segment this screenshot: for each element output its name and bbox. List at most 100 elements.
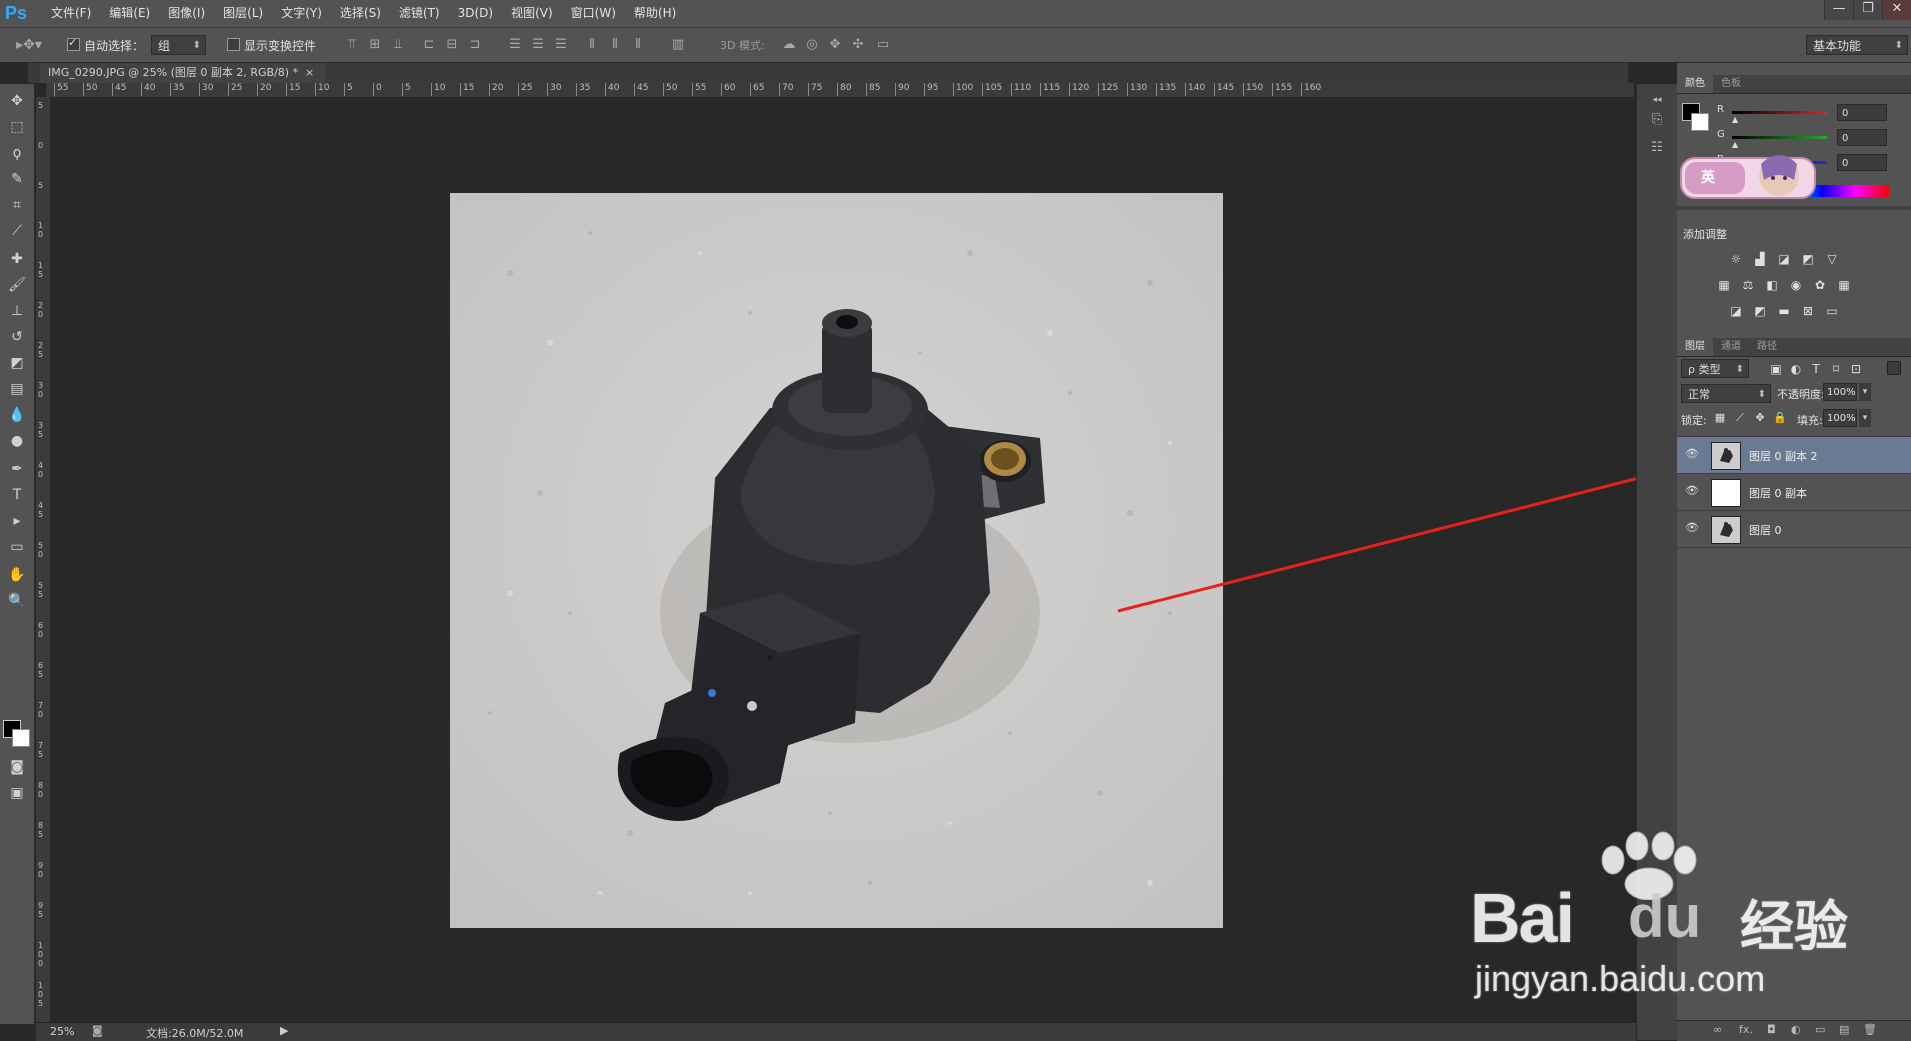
color-bg-swatch[interactable] bbox=[1691, 113, 1709, 131]
scale-3d-icon[interactable]: ▭ bbox=[874, 36, 892, 54]
color-b-value[interactable]: 0 bbox=[1837, 154, 1887, 171]
visibility-eye-icon[interactable]: 👁 bbox=[1685, 521, 1699, 535]
tab-channels[interactable]: 通道 bbox=[1713, 338, 1749, 356]
align-hcenter-icon[interactable]: ⊟ bbox=[443, 36, 461, 54]
lock-position-icon[interactable]: ✥ bbox=[1751, 410, 1769, 426]
zoom-tool-icon[interactable]: 🔍 bbox=[5, 590, 29, 612]
channel-mixer-icon[interactable]: ✿ bbox=[1811, 277, 1829, 293]
selective-color-icon[interactable]: ⊠ bbox=[1799, 303, 1817, 319]
history-brush-tool-icon[interactable]: ↺ bbox=[5, 326, 29, 348]
roll-3d-icon[interactable]: ◎ bbox=[803, 36, 821, 54]
black-white-icon[interactable]: ◧ bbox=[1763, 277, 1781, 293]
gradient-map-icon[interactable]: ▭ bbox=[1823, 303, 1841, 319]
close-tab-icon[interactable]: × bbox=[305, 63, 319, 83]
layer-row[interactable]: 👁 图层 0 副本 bbox=[1677, 474, 1911, 511]
add-mask-icon[interactable]: ◘ bbox=[1767, 1023, 1776, 1036]
color-g-value[interactable]: 0 bbox=[1837, 129, 1887, 146]
color-g-track[interactable] bbox=[1732, 136, 1827, 139]
status-menu-arrow-icon[interactable]: ▶ bbox=[280, 1024, 288, 1037]
levels-icon[interactable]: ▟ bbox=[1751, 251, 1769, 267]
ime-badge[interactable]: 英 bbox=[1679, 150, 1817, 202]
blur-tool-icon[interactable]: 💧 bbox=[5, 404, 29, 426]
color-r-thumb-icon[interactable]: ▲ bbox=[1732, 115, 1738, 124]
fill-input[interactable]: 100% bbox=[1823, 409, 1857, 427]
distribute-top-icon[interactable]: ☰ bbox=[506, 36, 524, 54]
color-r-track[interactable] bbox=[1732, 111, 1827, 114]
menu-item[interactable]: 窗口(W) bbox=[562, 0, 625, 27]
close-window-button[interactable]: ✕ bbox=[1882, 0, 1911, 20]
quick-select-tool-icon[interactable]: ✎ bbox=[5, 168, 29, 190]
color-r-value[interactable]: 0 bbox=[1837, 104, 1887, 121]
threshold-icon[interactable]: ▬ bbox=[1775, 303, 1793, 319]
layer-style-icon[interactable]: fx. bbox=[1739, 1023, 1753, 1036]
menu-item[interactable]: 文件(F) bbox=[42, 0, 100, 27]
layer-name[interactable]: 图层 0 副本 2 bbox=[1749, 448, 1818, 464]
distribute-hcenter-icon[interactable]: ⫴ bbox=[606, 36, 624, 54]
auto-align-icon[interactable]: ▥ bbox=[669, 36, 687, 54]
delete-layer-icon[interactable]: 🗑 bbox=[1863, 1023, 1877, 1036]
color-balance-icon[interactable]: ⚖ bbox=[1739, 277, 1757, 293]
exposure-icon[interactable]: ◩ bbox=[1799, 251, 1817, 267]
tab-paths[interactable]: 路径 bbox=[1749, 338, 1785, 356]
opacity-input[interactable]: 100% bbox=[1823, 383, 1857, 401]
vibrance-icon[interactable]: ▽ bbox=[1823, 251, 1841, 267]
collapse-strip-icon[interactable]: ◂◂ bbox=[1647, 90, 1667, 110]
layer-row[interactable]: 👁 图层 0 副本 2 bbox=[1677, 437, 1911, 474]
tab-layers[interactable]: 图层 bbox=[1677, 338, 1713, 356]
filter-toggle[interactable] bbox=[1887, 361, 1901, 375]
brightness-icon[interactable]: ☼ bbox=[1727, 251, 1745, 267]
lock-transparent-icon[interactable]: ▦ bbox=[1711, 410, 1729, 426]
new-layer-icon[interactable]: ▤ bbox=[1839, 1023, 1849, 1036]
menu-item[interactable]: 编辑(E) bbox=[100, 0, 159, 27]
slide-3d-icon[interactable]: ✣ bbox=[849, 36, 867, 54]
blend-mode-dropdown[interactable]: 正常 bbox=[1681, 384, 1771, 404]
workspace-dropdown[interactable]: 基本功能 bbox=[1806, 35, 1908, 56]
zoom-level[interactable]: 25% bbox=[50, 1025, 74, 1038]
document-image[interactable] bbox=[450, 193, 1223, 928]
gradient-tool-icon[interactable]: ▤ bbox=[5, 378, 29, 400]
rotate-3d-icon[interactable]: ☁ bbox=[780, 36, 798, 54]
properties-panel-icon[interactable]: ☷ bbox=[1647, 138, 1667, 158]
distribute-right-icon[interactable]: ⫴ bbox=[629, 36, 647, 54]
distribute-left-icon[interactable]: ⫴ bbox=[583, 36, 601, 54]
menu-item[interactable]: 滤镜(T) bbox=[390, 0, 449, 27]
menu-item[interactable]: 选择(S) bbox=[331, 0, 390, 27]
hand-tool-icon[interactable]: ✋ bbox=[5, 564, 29, 586]
minimize-button[interactable]: — bbox=[1824, 0, 1853, 20]
align-bottom-icon[interactable]: ⫫ bbox=[389, 36, 407, 54]
tab-color[interactable]: 颜色 bbox=[1677, 75, 1713, 93]
auto-select-checkbox[interactable] bbox=[67, 36, 80, 51]
background-color-swatch[interactable] bbox=[12, 729, 30, 747]
pen-tool-icon[interactable]: ✒ bbox=[5, 458, 29, 480]
visibility-eye-icon[interactable]: 👁 bbox=[1685, 447, 1699, 461]
filter-adjust-icon[interactable]: ◐ bbox=[1787, 361, 1805, 377]
lock-all-icon[interactable]: 🔒 bbox=[1771, 410, 1789, 426]
tab-swatches[interactable]: 色板 bbox=[1713, 75, 1749, 93]
hue-sat-icon[interactable]: ▦ bbox=[1715, 277, 1733, 293]
visibility-eye-icon[interactable]: 👁 bbox=[1685, 484, 1699, 498]
color-g-thumb-icon[interactable]: ▲ bbox=[1732, 140, 1738, 149]
drag-3d-icon[interactable]: ✥ bbox=[826, 36, 844, 54]
filter-shape-icon[interactable]: ⌑ bbox=[1827, 361, 1845, 377]
status-info-icon[interactable]: ◙ bbox=[92, 1024, 103, 1037]
dodge-tool-icon[interactable]: ● bbox=[5, 430, 29, 452]
menu-item[interactable]: 图层(L) bbox=[214, 0, 272, 27]
color-lookup-icon[interactable]: ▦ bbox=[1835, 277, 1853, 293]
photo-filter-icon[interactable]: ◉ bbox=[1787, 277, 1805, 293]
path-select-tool-icon[interactable]: ▸ bbox=[5, 510, 29, 532]
history-panel-icon[interactable]: ⎘ bbox=[1647, 110, 1667, 130]
distribute-vcenter-icon[interactable]: ☰ bbox=[529, 36, 547, 54]
filter-pixel-icon[interactable]: ▣ bbox=[1767, 361, 1785, 377]
color-slider-r[interactable]: R ▲ 0 bbox=[1717, 104, 1907, 124]
new-adjustment-icon[interactable]: ◐ bbox=[1791, 1023, 1801, 1036]
eyedropper-tool-icon[interactable]: ⟋ bbox=[5, 220, 29, 242]
healing-brush-tool-icon[interactable]: ✚ bbox=[5, 248, 29, 270]
restore-button[interactable]: ❐ bbox=[1853, 0, 1882, 20]
quick-mask-icon[interactable]: ◙ bbox=[5, 756, 29, 778]
align-left-icon[interactable]: ⊏ bbox=[420, 36, 438, 54]
filter-type-icon[interactable]: T bbox=[1807, 361, 1825, 377]
menu-item[interactable]: 3D(D) bbox=[449, 0, 502, 27]
filter-smart-icon[interactable]: ⊡ bbox=[1847, 361, 1865, 377]
rectangle-tool-icon[interactable]: ▭ bbox=[5, 536, 29, 558]
opacity-dropdown-icon[interactable]: ▾ bbox=[1859, 383, 1871, 401]
